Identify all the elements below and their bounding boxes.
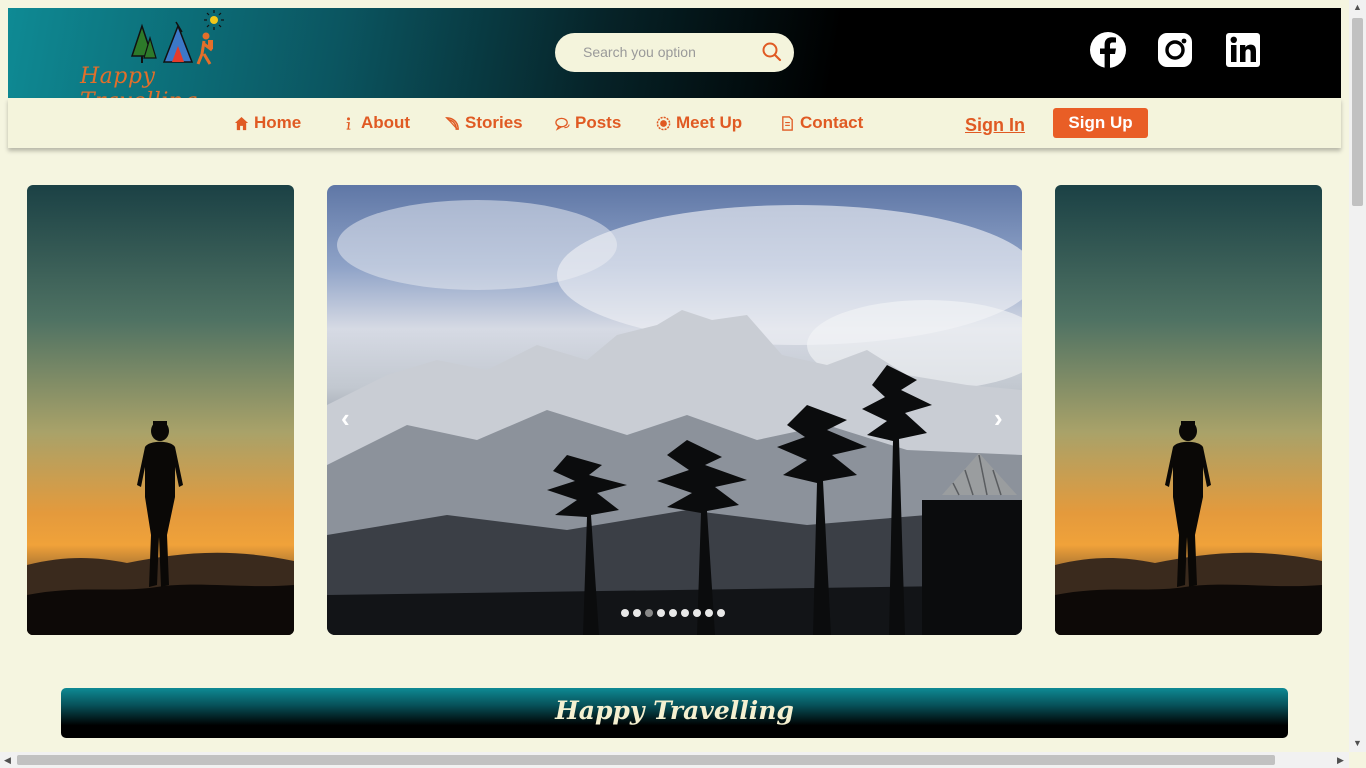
sign-up-button[interactable]: Sign Up [1053, 108, 1148, 138]
nav-label-stories: Stories [465, 113, 523, 132]
carousel-dot[interactable] [669, 609, 677, 617]
search-bar [555, 33, 794, 72]
header: Happy Travelling [8, 8, 1341, 114]
carousel-dot[interactable] [717, 609, 725, 617]
nav-item-meet-up[interactable]: Meet Up [656, 113, 742, 133]
nav-label-meet-up: Meet Up [676, 113, 743, 132]
carousel-next-button[interactable]: › [994, 405, 1003, 431]
logo[interactable]: Happy Travelling [80, 8, 260, 114]
sign-in-link[interactable]: Sign In [965, 115, 1025, 136]
section-banner: Happy Travelling [61, 688, 1288, 738]
home-icon [234, 116, 249, 130]
document-icon [782, 115, 793, 131]
carousel-dot[interactable] [621, 609, 629, 617]
logo-graphic-icon [130, 10, 224, 65]
scroll-down-icon[interactable]: ▼ [1353, 738, 1362, 748]
nav-item-stories[interactable]: Stories [445, 113, 523, 133]
nav-item-contact[interactable]: Contact [780, 113, 863, 133]
carousel-dot[interactable] [681, 609, 689, 617]
search-input[interactable] [581, 43, 755, 61]
nav-item-posts[interactable]: Posts [555, 113, 621, 133]
carousel-slide-prev[interactable] [27, 185, 294, 635]
scroll-up-icon[interactable]: ▲ [1353, 2, 1362, 12]
scroll-right-icon[interactable]: ▶ [1337, 755, 1344, 766]
carousel-dot[interactable] [657, 609, 665, 617]
linkedin-icon[interactable] [1225, 32, 1261, 68]
scroll-left-icon[interactable]: ◀ [4, 755, 11, 766]
mountain-image [327, 200, 1022, 635]
nav-label-home: Home [254, 113, 302, 132]
carousel-slide-active[interactable]: ‹ › [327, 185, 1022, 635]
nav-item-home[interactable]: Home [234, 113, 301, 133]
nav-item-about[interactable]: About [341, 113, 410, 133]
nav-label-about: About [361, 113, 411, 132]
silhouette-image [27, 421, 294, 635]
banner-title: Happy Travelling [555, 696, 794, 725]
carousel-prev-button[interactable]: ‹ [341, 405, 350, 431]
nav-label-contact: Contact [800, 113, 864, 132]
carousel-dot[interactable] [705, 609, 713, 617]
carousel-dot[interactable] [693, 609, 701, 617]
nav-label-posts: Posts [575, 113, 622, 132]
carousel-dot[interactable] [645, 609, 653, 617]
facebook-icon[interactable] [1090, 32, 1126, 68]
feather-icon [445, 116, 459, 130]
badge-icon [656, 116, 671, 130]
instagram-icon[interactable] [1157, 32, 1193, 68]
vertical-scroll-thumb[interactable] [1352, 18, 1363, 206]
horizontal-scroll-thumb[interactable] [17, 755, 1275, 765]
carousel-dot[interactable] [633, 609, 641, 617]
search-icon[interactable] [762, 42, 782, 67]
chat-icon [555, 117, 570, 131]
silhouette-image [1055, 421, 1322, 635]
main-nav: Home About Stories Posts Meet Up Contact… [8, 98, 1341, 148]
info-icon [346, 116, 351, 130]
carousel-slide-next[interactable] [1055, 185, 1322, 635]
carousel-indicators [621, 609, 725, 617]
